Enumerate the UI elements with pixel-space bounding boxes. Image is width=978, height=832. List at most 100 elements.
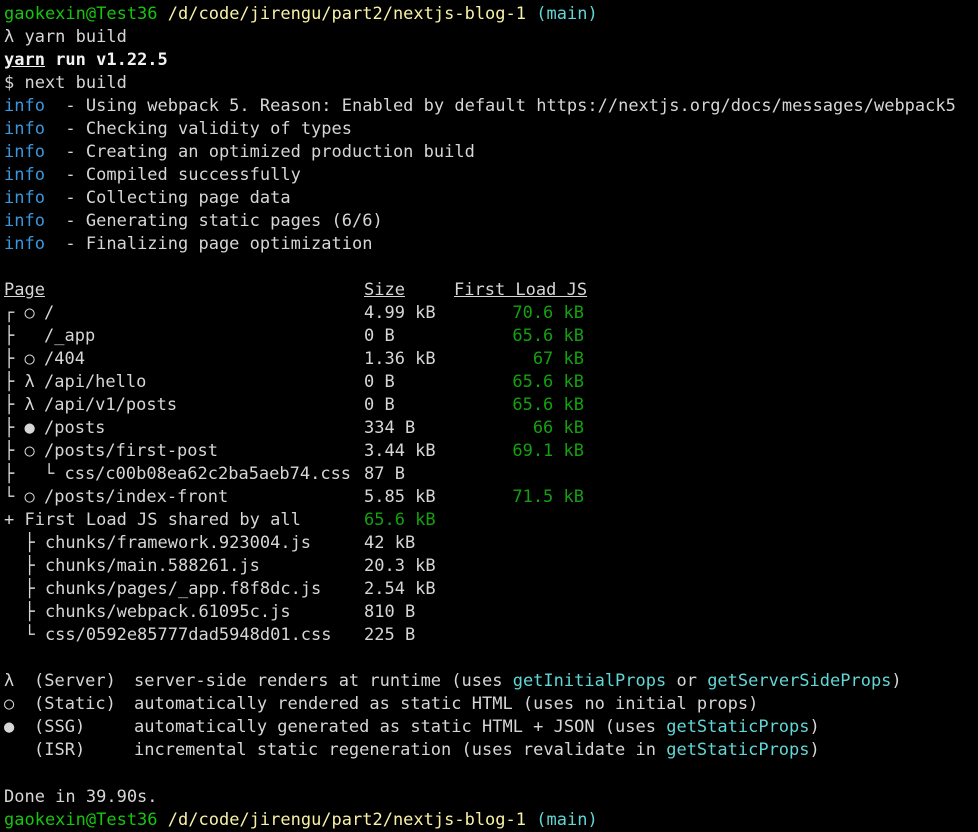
legend-row: ○ (Static) automatically rendered as stati… (4, 693, 974, 716)
next-build-line: $ next build (4, 73, 127, 93)
info-message: - Creating an optimized production build (44, 142, 475, 162)
chunk-size: 810 B (364, 602, 416, 622)
table-row: ┌ ○ / 4.99 kB 70.6 kB (4, 302, 974, 325)
terminal-window[interactable]: gaokexin@Test36 /d/code/jirengu/part2/ne… (0, 0, 978, 830)
info-message: - Compiled successfully (44, 165, 301, 185)
row-size: 4.99 kB (364, 303, 436, 323)
row-page: /_app (44, 326, 96, 346)
legend-description: automatically rendered as static HTML (u… (134, 693, 758, 716)
legend-end-text: ) (809, 740, 820, 760)
row-page: /posts (44, 418, 106, 438)
shared-size: 65.6 kB (364, 510, 436, 530)
legend-end-text: ) (891, 671, 902, 691)
table-row: ├ ● /posts 334 B 66 kB (4, 417, 974, 440)
row-page: /api/hello (44, 372, 147, 392)
row-page: /posts/first-post (44, 441, 218, 461)
row-tree: ├ λ (4, 395, 45, 415)
legend-link: getInitialProps (512, 671, 667, 691)
row-tree: └ ○ (4, 487, 45, 507)
legend-symbol: ○ (4, 694, 15, 714)
info-label: info (4, 211, 45, 231)
table-row: ├ /_app 0 B 65.6 kB (4, 325, 974, 348)
legend-row: ● (SSG) automatically generated as static … (4, 716, 974, 739)
prompt-user: gaokexin@Test36 (4, 810, 158, 830)
prompt-branch: (main) (536, 810, 598, 830)
row-first-load: 70.6 kB (512, 303, 584, 323)
yarn-word: yarn (4, 50, 45, 70)
legend-end-text: ) (809, 717, 820, 737)
chunk-row: └ css/0592e85777dad5948d01.css 225 B (4, 624, 974, 647)
info-label: info (4, 165, 45, 185)
table-row: ├ λ /api/hello 0 B 65.6 kB (4, 371, 974, 394)
info-label: info (4, 119, 45, 139)
legend-symbol (4, 739, 14, 762)
legend-desc-text: automatically generated as static HTML +… (134, 717, 667, 737)
info-line: info - Generating static pages (6/6) (4, 210, 383, 233)
info-message: - Checking validity of types (44, 119, 352, 139)
prompt-path: /d/code/jirengu/part2/nextjs-blog-1 (167, 810, 527, 830)
info-line: info - Compiled successfully (4, 164, 301, 187)
row-size: 334 B (364, 418, 416, 438)
chunk-size: 2.54 kB (364, 579, 436, 599)
row-page: └ css/c00b08ea62c2ba5aeb74.css (44, 464, 352, 484)
legend-symbol: λ (4, 671, 15, 691)
yarn-run-version: run v1.22.5 (44, 50, 168, 70)
header-size: Size (364, 280, 405, 300)
row-size: 87 B (364, 464, 405, 484)
row-page: /posts/index-front (44, 487, 229, 507)
legend-kind: (ISR) (34, 740, 86, 760)
header-page: Page (4, 280, 45, 300)
shared-line: + First Load JS shared by all 65.6 kB (4, 509, 974, 532)
legend-link: getStaticProps (666, 717, 810, 737)
row-size: 0 B (364, 395, 395, 415)
row-size: 0 B (364, 326, 395, 346)
prompt-path: /d/code/jirengu/part2/nextjs-blog-1 (167, 4, 527, 24)
legend-desc-text: automatically rendered as static HTML (u… (134, 694, 759, 714)
prompt-line-2: gaokexin@Test36 /d/code/jirengu/part2/ne… (4, 809, 598, 832)
info-label: info (4, 142, 45, 162)
table-row: ├ ○ /posts/first-post 3.44 kB 69.1 kB (4, 440, 974, 463)
chunk-row: ├ chunks/pages/_app.f8f8dc.js 2.54 kB (4, 578, 974, 601)
chunk-name: ├ chunks/webpack.61095c.js (4, 602, 291, 622)
info-message: - Collecting page data (44, 188, 291, 208)
chunk-size: 225 B (364, 625, 416, 645)
header-first-load: First Load JS (454, 280, 588, 300)
legend-row: (ISR) incremental static regeneration (us… (4, 739, 974, 762)
info-line: info - Checking validity of types (4, 118, 352, 141)
row-size: 0 B (364, 372, 395, 392)
legend-row: λ (Server) server-side renders at runtime … (4, 670, 974, 693)
legend-mid-text: or (666, 671, 708, 691)
row-first-load: 65.6 kB (512, 326, 584, 346)
info-label: info (4, 234, 45, 254)
info-line: info - Collecting page data (4, 187, 291, 210)
row-page: / (44, 303, 55, 323)
prompt-branch: (main) (536, 4, 598, 24)
row-first-load: 65.6 kB (512, 395, 584, 415)
info-message: - Finalizing page optimization (44, 234, 373, 254)
table-row: ├ └ css/c00b08ea62c2ba5aeb74.css 87 B (4, 463, 974, 486)
legend-kind: (Server) (34, 671, 116, 691)
chunk-name: ├ chunks/main.588261.js (4, 556, 260, 576)
row-first-load: 71.5 kB (512, 487, 584, 507)
info-label: info (4, 188, 45, 208)
row-first-load: 69.1 kB (512, 441, 584, 461)
chunk-row: ├ chunks/webpack.61095c.js 810 B (4, 601, 974, 624)
legend-link: getStaticProps (666, 740, 810, 760)
row-first-load: 65.6 kB (512, 372, 584, 392)
chunk-row: ├ chunks/framework.923004.js 42 kB (4, 532, 974, 555)
legend-kind: (SSG) (34, 717, 86, 737)
legend-description: incremental static regeneration (uses re… (134, 739, 820, 762)
row-first-load: 66 kB (532, 418, 584, 438)
info-message: - Using webpack 5. Reason: Enabled by de… (44, 96, 956, 116)
row-first-load: 67 kB (532, 349, 584, 369)
row-size: 3.44 kB (364, 441, 436, 461)
info-line: info - Finalizing page optimization (4, 233, 372, 256)
info-line: info - Using webpack 5. Reason: Enabled … (4, 95, 956, 118)
legend-desc-text: server-side renders at runtime (uses (134, 671, 513, 691)
chunk-name: └ css/0592e85777dad5948d01.css (4, 625, 332, 645)
row-page: /404 (44, 349, 85, 369)
info-message: - Generating static pages (6/6) (44, 211, 383, 231)
info-line: info - Creating an optimized production … (4, 141, 475, 164)
row-tree: ├ ○ (4, 349, 45, 369)
chunk-row: ├ chunks/main.588261.js 20.3 kB (4, 555, 974, 578)
